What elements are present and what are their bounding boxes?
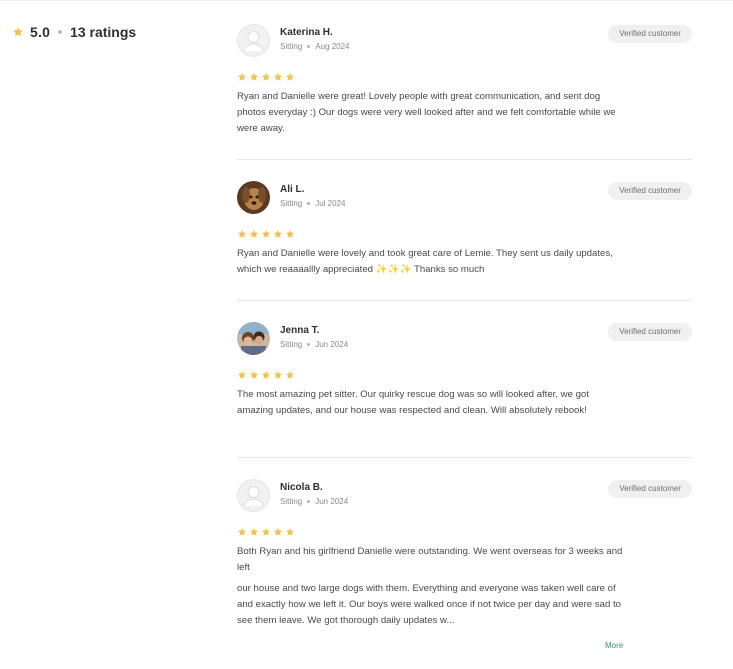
review-divider: [237, 159, 692, 160]
review-paragraph: our house and two large dogs with them. …: [237, 583, 621, 626]
star-icon: [285, 527, 295, 536]
review-date: Jul 2024: [315, 199, 346, 208]
star-rating: [237, 527, 295, 537]
review-meta: Sitting Jul 2024: [280, 199, 345, 208]
star-icon: [237, 72, 247, 81]
review-paragraph: Both Ryan and his girlfriend Danielle we…: [237, 546, 623, 573]
star-icon: [285, 370, 295, 379]
review-divider: [237, 457, 692, 458]
avatar: [237, 322, 270, 355]
star-rating: [237, 229, 295, 239]
star-icon: [13, 27, 23, 37]
ratings-count: 13 ratings: [70, 24, 137, 40]
review-text: Ryan and Danielle were lovely and took g…: [237, 246, 627, 278]
star-icon: [261, 527, 271, 536]
star-icon: [237, 527, 247, 536]
star-icon: [249, 229, 259, 238]
star-icon: [261, 370, 271, 379]
separator-dot: [307, 202, 311, 205]
verified-badge: Verified customer: [608, 182, 692, 200]
reviewer-name: Nicola B.: [280, 482, 323, 493]
star-rating: [237, 72, 295, 82]
service-type: Sitting: [280, 340, 303, 349]
separator-dot: [307, 343, 311, 346]
review-paragraph: The most amazing pet sitter. Our quirky …: [237, 389, 589, 416]
star-icon: [285, 72, 295, 81]
star-icon: [249, 370, 259, 379]
review-date: Jun 2024: [315, 340, 349, 349]
separator-dot: [307, 500, 311, 503]
review-divider: [237, 300, 692, 301]
verified-badge: Verified customer: [608, 323, 692, 341]
star-icon: [237, 229, 247, 238]
separator-dot: [58, 30, 63, 34]
service-type: Sitting: [280, 497, 303, 506]
review-text: Ryan and Danielle were great! Lovely peo…: [237, 89, 627, 137]
rating-summary: 5.0 13 ratings: [12, 24, 136, 40]
review-text: Both Ryan and his girlfriend Danielle we…: [237, 544, 627, 629]
separator-dot: [307, 45, 311, 48]
review-date: Jun 2024: [315, 497, 349, 506]
star-icon: [261, 229, 271, 238]
review-text: The most amazing pet sitter. Our quirky …: [237, 387, 627, 419]
star-icon: [273, 370, 283, 379]
review-meta: Sitting Aug 2024: [280, 42, 350, 51]
star-icon: [273, 72, 283, 81]
top-divider: [0, 0, 733, 1]
avatar: [237, 479, 270, 512]
reviewer-name: Ali L.: [280, 184, 305, 195]
review-meta: Sitting Jun 2024: [280, 497, 348, 506]
reviewer-name: Jenna T.: [280, 325, 320, 336]
avatar: [237, 24, 270, 57]
review-paragraph: Ryan and Danielle were great! Lovely peo…: [237, 91, 616, 134]
star-rating: [237, 370, 295, 380]
review-meta: Sitting Jun 2024: [280, 340, 348, 349]
star-icon: [285, 229, 295, 238]
star-icon: [237, 370, 247, 379]
avatar: [237, 181, 270, 214]
star-icon: [273, 527, 283, 536]
verified-badge: Verified customer: [608, 480, 692, 498]
star-icon: [261, 72, 271, 81]
service-type: Sitting: [280, 42, 303, 51]
service-type: Sitting: [280, 199, 303, 208]
review-date: Aug 2024: [315, 42, 350, 51]
more-link[interactable]: More: [605, 641, 623, 650]
review-paragraph: Ryan and Danielle were lovely and took g…: [237, 248, 613, 275]
average-rating: 5.0: [30, 24, 51, 40]
star-icon: [249, 527, 259, 536]
reviewer-name: Katerina H.: [280, 27, 333, 38]
star-icon: [273, 229, 283, 238]
star-icon: [249, 72, 259, 81]
verified-badge: Verified customer: [608, 25, 692, 43]
